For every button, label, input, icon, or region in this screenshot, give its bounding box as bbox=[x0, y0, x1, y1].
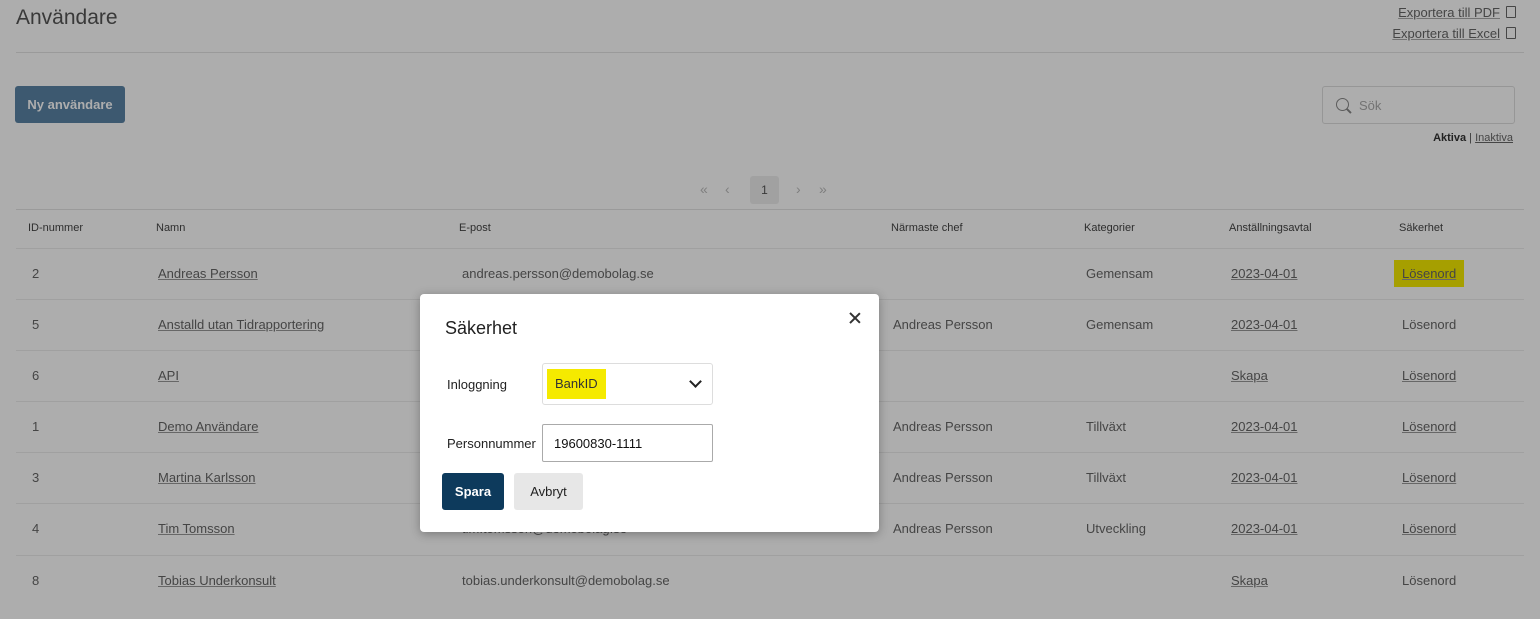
save-button[interactable]: Spara bbox=[442, 473, 504, 510]
login-label: Inloggning bbox=[447, 377, 507, 392]
cancel-button[interactable]: Avbryt bbox=[514, 473, 583, 510]
personnummer-input[interactable] bbox=[542, 424, 713, 462]
close-icon[interactable] bbox=[848, 311, 862, 325]
chevron-down-icon bbox=[689, 375, 702, 388]
pnr-label: Personnummer bbox=[447, 436, 536, 451]
login-method-value: BankID bbox=[547, 369, 606, 399]
login-method-select[interactable]: BankID bbox=[542, 363, 713, 405]
dialog-title: Säkerhet bbox=[445, 318, 518, 338]
security-dialog: Säkerhet Inloggning BankID Personnummer … bbox=[420, 294, 879, 532]
